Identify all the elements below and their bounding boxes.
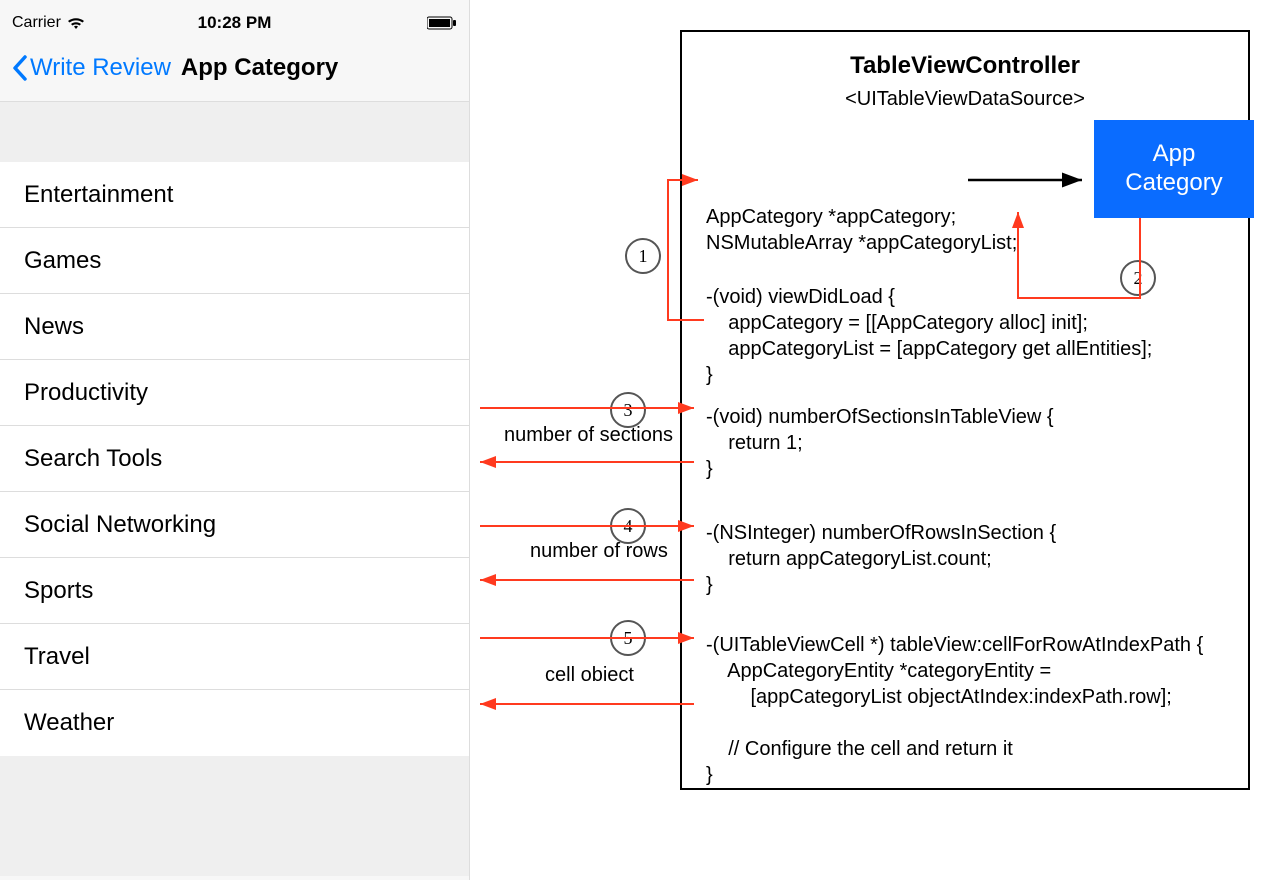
diagram-area: TableViewController <UITableViewDataSour…: [470, 0, 1268, 880]
model-label-line1: App: [1153, 140, 1196, 169]
table-row[interactable]: News: [0, 294, 469, 360]
step-circle-3: 3: [610, 392, 646, 428]
step-circle-4: 4: [610, 508, 646, 544]
code-line: }: [706, 764, 713, 786]
table-row[interactable]: Social Networking: [0, 492, 469, 558]
cell-label: Search Tools: [24, 445, 162, 473]
wifi-icon: [67, 16, 85, 30]
chevron-left-icon: [12, 55, 28, 81]
status-time: 10:28 PM: [198, 13, 272, 33]
code-numsections: -(void) numberOfSectionsInTableView { re…: [706, 404, 1054, 482]
status-bar: Carrier 10:28 PM: [0, 0, 469, 40]
cell-label: Productivity: [24, 379, 148, 407]
code-line: -(void) numberOfSectionsInTableView {: [706, 406, 1054, 428]
code-line: appCategory = [[AppCategory alloc] init]…: [706, 312, 1088, 334]
back-button[interactable]: Write Review: [12, 54, 171, 82]
step-circle-5: 5: [610, 620, 646, 656]
code-line: // Configure the cell and return it: [706, 738, 1013, 760]
code-line: return 1;: [706, 432, 803, 454]
cell-label: Travel: [24, 643, 90, 671]
step-number: 3: [624, 400, 633, 421]
cell-label: Games: [24, 247, 101, 275]
controller-subtitle: <UITableViewDataSource>: [682, 88, 1248, 111]
code-numrows: -(NSInteger) numberOfRowsInSection { ret…: [706, 520, 1056, 598]
step-number: 4: [624, 516, 633, 537]
label-cell-object: cell obiect: [545, 664, 634, 687]
step-number: 5: [624, 628, 633, 649]
step-circle-2: 2: [1120, 260, 1156, 296]
table-row[interactable]: Entertainment: [0, 162, 469, 228]
step-number: 2: [1134, 268, 1143, 289]
controller-title: TableViewController: [682, 52, 1248, 80]
category-table: Entertainment Games News Productivity Se…: [0, 162, 469, 756]
label-num-sections: number of sections: [504, 424, 673, 447]
code-line: return appCategoryList.count;: [706, 548, 992, 570]
cell-label: News: [24, 313, 84, 341]
status-right: [427, 16, 457, 30]
back-label: Write Review: [30, 54, 171, 82]
code-declarations: AppCategory *appCategory; NSMutableArray…: [706, 204, 1017, 256]
nav-title: App Category: [181, 54, 338, 82]
code-line: }: [706, 458, 713, 480]
table-row[interactable]: Games: [0, 228, 469, 294]
model-label-line2: Category: [1125, 169, 1222, 198]
cell-label: Entertainment: [24, 181, 173, 209]
code-line: NSMutableArray *appCategoryList;: [706, 232, 1017, 254]
table-row[interactable]: Travel: [0, 624, 469, 690]
table-row[interactable]: Weather: [0, 690, 469, 756]
code-line: -(void) viewDidLoad {: [706, 286, 895, 308]
carrier-label: Carrier: [12, 14, 61, 32]
cell-label: Weather: [24, 709, 114, 737]
code-line: -(NSInteger) numberOfRowsInSection {: [706, 522, 1056, 544]
nav-bar: Write Review App Category: [0, 40, 469, 102]
step-number: 1: [639, 246, 648, 267]
battery-icon: [427, 16, 457, 30]
cell-label: Sports: [24, 577, 93, 605]
controller-box: TableViewController <UITableViewDataSour…: [680, 30, 1250, 790]
cell-label: Social Networking: [24, 511, 216, 539]
table-row[interactable]: Search Tools: [0, 426, 469, 492]
code-line: [appCategoryList objectAtIndex:indexPath…: [706, 686, 1172, 708]
code-line: AppCategoryEntity *categoryEntity =: [706, 660, 1051, 682]
code-line: }: [706, 574, 713, 596]
table-row[interactable]: Sports: [0, 558, 469, 624]
table-footer-space: [0, 756, 469, 876]
code-line: -(UITableViewCell *) tableView:cellForRo…: [706, 634, 1203, 656]
code-viewdidload: -(void) viewDidLoad { appCategory = [[Ap…: [706, 284, 1152, 388]
code-cellfor: -(UITableViewCell *) tableView:cellForRo…: [706, 632, 1203, 788]
phone-mockup: Carrier 10:28 PM Write Review App Catego…: [0, 0, 470, 880]
code-line: appCategoryList = [appCategory get allEn…: [706, 338, 1152, 360]
model-box: App Category: [1094, 120, 1254, 218]
step-circle-1: 1: [625, 238, 661, 274]
table-header-space: [0, 102, 469, 162]
label-num-rows: number of rows: [530, 540, 668, 563]
code-line: }: [706, 364, 713, 386]
status-left: Carrier: [12, 14, 85, 32]
code-line: AppCategory *appCategory;: [706, 206, 956, 228]
table-row[interactable]: Productivity: [0, 360, 469, 426]
